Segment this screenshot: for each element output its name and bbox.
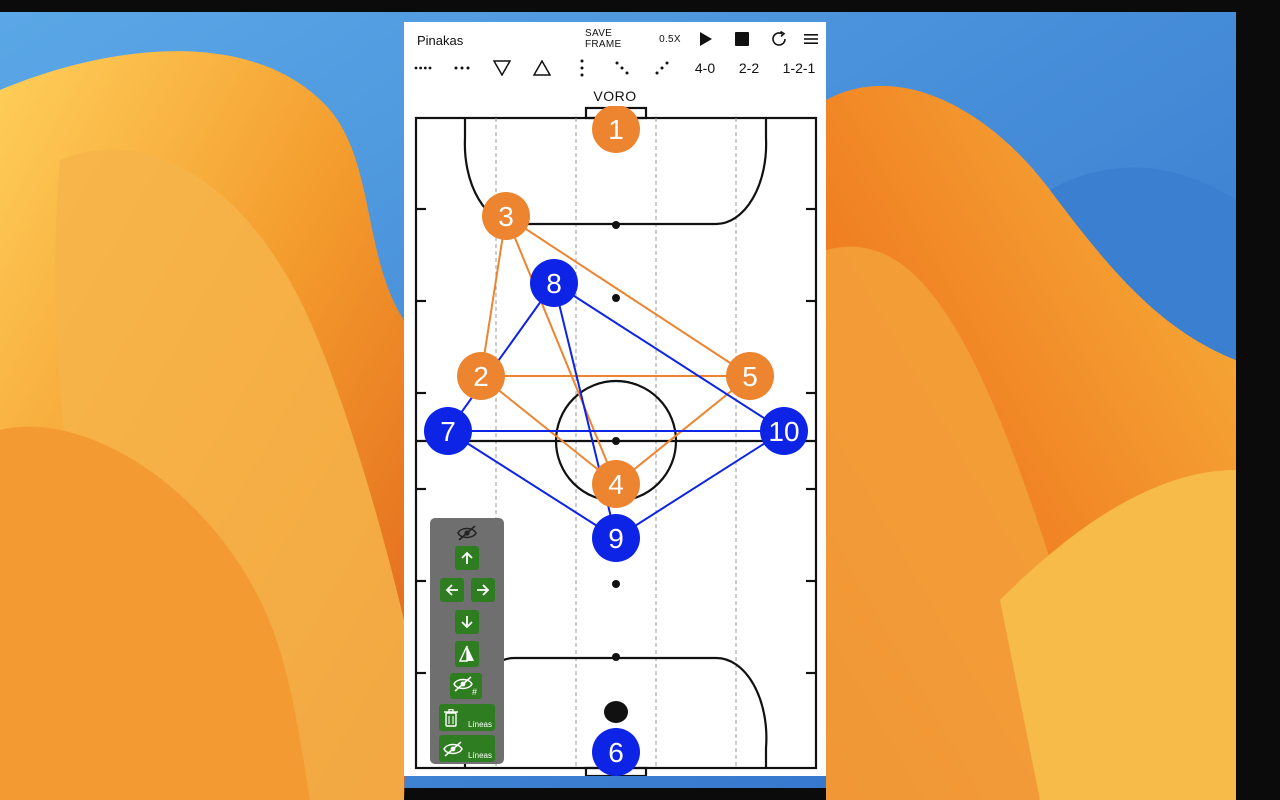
move-up-button[interactable]: [455, 546, 479, 570]
arrow-down-icon: [461, 616, 473, 629]
arrow-left-icon: [445, 584, 458, 596]
formation-triangle-down-button[interactable]: [491, 56, 513, 80]
menu-button[interactable]: [802, 28, 820, 50]
player-number: 3: [498, 201, 514, 232]
formation-four-in-line-button[interactable]: [412, 56, 434, 80]
orange-player[interactable]: 1: [592, 106, 640, 153]
menu-icon: [804, 34, 818, 44]
control-panel: # Líneas Líneas: [430, 518, 504, 764]
move-left-button[interactable]: [440, 578, 464, 602]
player-number: 8: [546, 268, 562, 299]
formation-vertical-dots-button[interactable]: [572, 56, 592, 80]
formation-triangle-up-button[interactable]: [531, 56, 553, 80]
blue-player[interactable]: 8: [530, 259, 578, 307]
orange-player[interactable]: 4: [592, 460, 640, 508]
blue-player[interactable]: 7: [424, 407, 472, 455]
svg-text:#: #: [472, 687, 477, 696]
player-number: 6: [608, 737, 624, 768]
blue-player[interactable]: 6: [592, 728, 640, 776]
flip-icon: [459, 645, 474, 662]
formation-three-in-line-button[interactable]: [451, 56, 473, 80]
hide-lines-button[interactable]: Líneas: [439, 735, 495, 762]
player-number: 1: [608, 114, 624, 145]
formation-diagonal-up-button[interactable]: [651, 56, 673, 80]
play-button[interactable]: [696, 28, 716, 50]
stop-button[interactable]: [732, 28, 752, 50]
play-icon: [700, 32, 712, 46]
player-number: 9: [608, 523, 624, 554]
speed-button[interactable]: 0.5X: [657, 28, 683, 50]
app-title: Pinakas: [417, 33, 464, 48]
vertical-dots-icon: [580, 59, 584, 77]
formation-1-2-1-button[interactable]: 1-2-1: [777, 56, 821, 80]
player-number: 5: [742, 361, 758, 392]
reset-icon: [772, 30, 786, 46]
delete-lines-label: Líneas: [467, 720, 492, 729]
trash-icon: [444, 708, 458, 727]
triangle-up-icon: [533, 60, 551, 76]
formation-diagonal-down-button[interactable]: [611, 56, 633, 80]
ball[interactable]: [604, 701, 628, 723]
save-frame-button[interactable]: SAVE FRAME: [585, 28, 649, 50]
toggle-visibility-button[interactable]: [454, 522, 480, 544]
four-dots-line-icon: [414, 66, 432, 70]
court-team-label: VORO: [593, 88, 637, 104]
formation-2-2-button[interactable]: 2-2: [734, 56, 764, 80]
hide-numbers-button[interactable]: #: [450, 673, 482, 699]
orange-player[interactable]: 5: [726, 352, 774, 400]
eye-off-lines-icon: [443, 740, 463, 757]
delete-lines-button[interactable]: Líneas: [439, 704, 495, 731]
move-down-button[interactable]: [455, 610, 479, 634]
arrow-up-icon: [461, 551, 473, 564]
hide-lines-label: Líneas: [467, 751, 492, 760]
eye-off-icon: [457, 525, 477, 541]
diagonal-dots-up-icon: [655, 61, 669, 75]
formation-4-0-button[interactable]: 4-0: [690, 56, 720, 80]
player-number: 4: [608, 469, 624, 500]
diagonal-dots-down-icon: [615, 61, 629, 75]
reset-button[interactable]: [768, 28, 790, 50]
triangle-down-icon: [493, 60, 511, 76]
stop-icon: [735, 32, 749, 46]
top-toolbar: Pinakas SAVE FRAME 0.5X 4-0 2-2 1-2-1 VO…: [404, 22, 826, 106]
player-number: 7: [440, 416, 456, 447]
player-number: 2: [473, 361, 489, 392]
blue-player[interactable]: 10: [760, 407, 808, 455]
orange-player[interactable]: 2: [457, 352, 505, 400]
blue-player[interactable]: 9: [592, 514, 640, 562]
orange-player[interactable]: 3: [482, 192, 530, 240]
eye-off-numbers-icon: #: [453, 676, 477, 696]
three-dots-line-icon: [454, 66, 470, 70]
move-right-button[interactable]: [471, 578, 495, 602]
flip-court-button[interactable]: [455, 641, 479, 667]
player-number: 10: [768, 416, 799, 447]
arrow-right-icon: [477, 584, 490, 596]
pinakas-app-window: Pinakas SAVE FRAME 0.5X 4-0 2-2 1-2-1 VO…: [404, 22, 826, 776]
